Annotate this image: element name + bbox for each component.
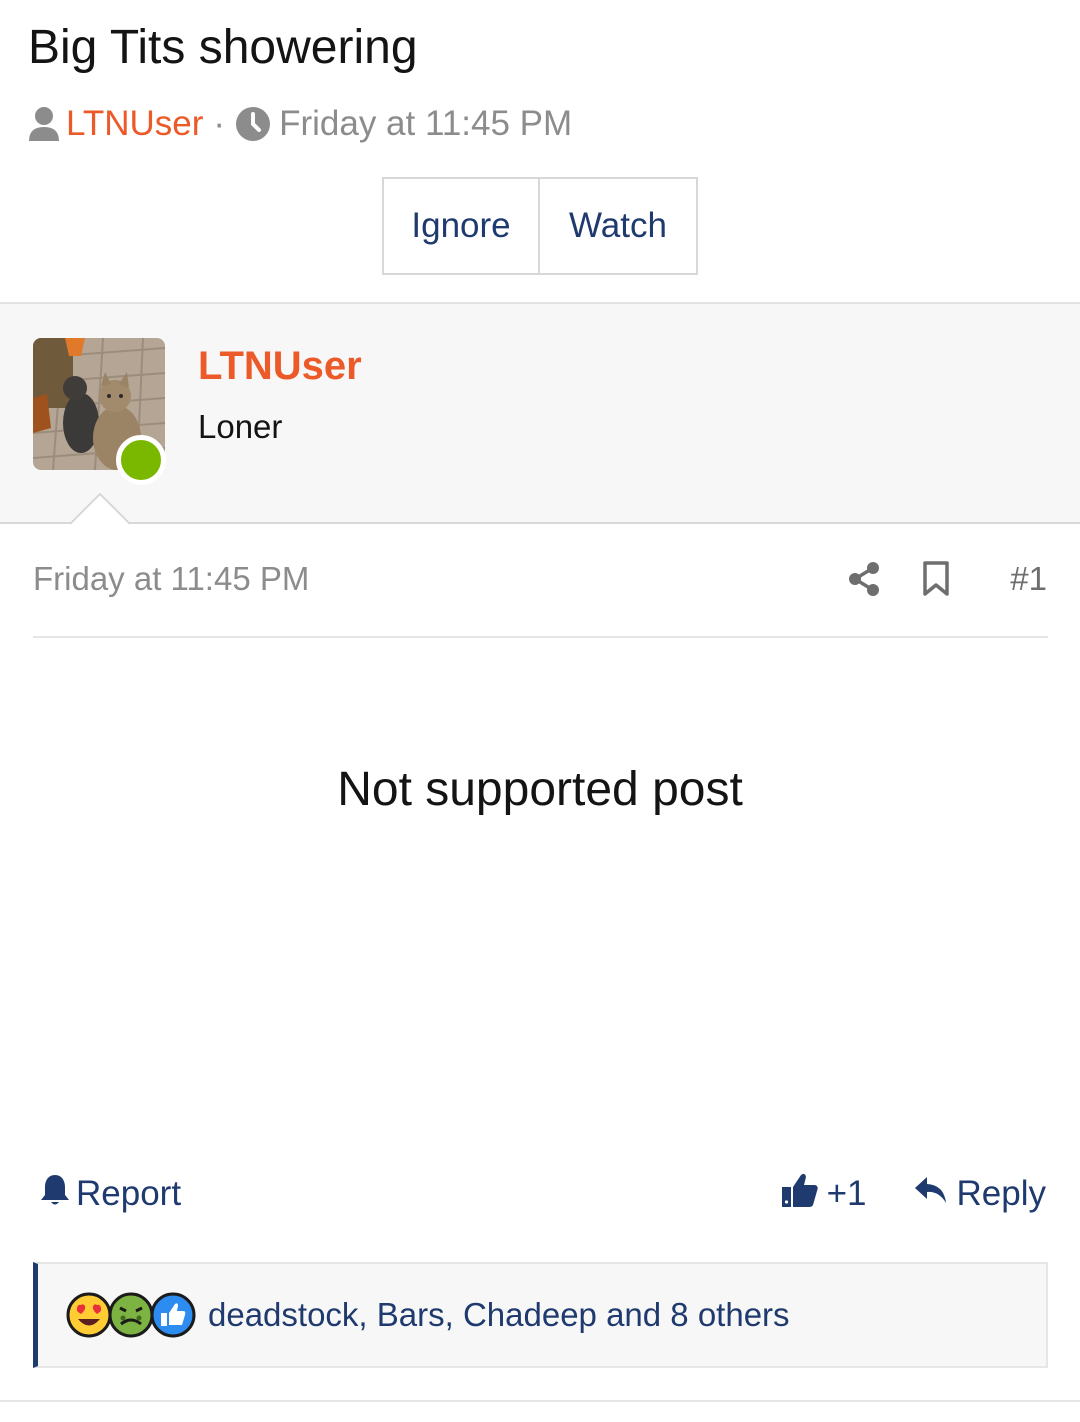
report-button[interactable]: Report: [40, 1172, 181, 1216]
share-icon[interactable]: [848, 561, 880, 597]
post-user-block: LTNUser Loner: [0, 302, 1080, 524]
clock-icon: [235, 106, 271, 142]
reactions-bar[interactable]: deadstock, Bars, Chadeep and 8 others: [33, 1262, 1048, 1368]
post-date-link[interactable]: Friday at 11:45 PM: [33, 560, 309, 598]
thread-title: Big Tits showering: [28, 21, 418, 74]
reply-button[interactable]: Reply: [913, 1174, 1046, 1215]
thread-author-link[interactable]: LTNUser: [66, 104, 203, 144]
reply-label: Reply: [956, 1174, 1046, 1213]
user-title: Loner: [198, 408, 283, 445]
thumbs-up-icon: [781, 1171, 819, 1218]
watch-button[interactable]: Watch: [540, 177, 698, 275]
thread-button-group: Ignore Watch: [382, 177, 698, 275]
thumbs-up-reaction-icon: [150, 1292, 196, 1338]
reaction-icons: [66, 1292, 196, 1338]
reply-arrow-icon: [913, 1174, 949, 1215]
user-block-arrow: [70, 493, 130, 525]
meta-separator: ·: [213, 104, 226, 143]
reactions-summary-link[interactable]: deadstock, Bars, Chadeep and 8 others: [208, 1296, 790, 1334]
thread-date-link[interactable]: Friday at 11:45 PM: [279, 104, 572, 144]
bell-icon: [40, 1173, 70, 1216]
post-divider: [33, 636, 1048, 638]
thread-page: Big Tits showering LTNUser · Friday at 1…: [0, 0, 1080, 1422]
post-username-link[interactable]: LTNUser: [198, 344, 362, 389]
bottom-divider: [0, 1400, 1080, 1402]
user-icon: [28, 106, 60, 142]
report-label: Report: [76, 1174, 182, 1213]
post-body: Not supported post: [337, 763, 743, 816]
like-label: +1: [826, 1174, 867, 1213]
thread-meta: LTNUser · Friday at 11:45 PM: [28, 102, 572, 146]
heart-eyes-emoji-icon: [66, 1292, 112, 1338]
avatar[interactable]: [33, 338, 166, 485]
post-header-actions: #1: [848, 556, 1047, 602]
post-footer-actions: +1 Reply: [781, 1172, 1046, 1216]
post-number-link[interactable]: #1: [1010, 560, 1047, 598]
like-button[interactable]: +1: [781, 1171, 867, 1218]
sick-emoji-icon: [108, 1292, 154, 1338]
bookmark-icon[interactable]: [922, 561, 950, 597]
online-status-indicator: [116, 435, 166, 485]
ignore-button[interactable]: Ignore: [382, 177, 540, 275]
